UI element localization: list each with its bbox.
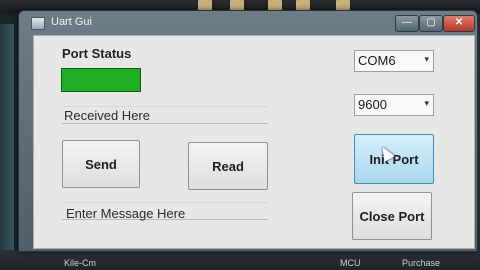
title-bar[interactable]: Uart Gui — ▢ ✕ bbox=[19, 11, 477, 35]
port-select-value: COM6 bbox=[358, 53, 396, 68]
taskbar-label[interactable]: Kile-Cm bbox=[64, 258, 96, 268]
init-port-button[interactable]: Init Port bbox=[354, 134, 434, 184]
received-text: Received Here bbox=[64, 108, 150, 123]
send-button[interactable]: Send bbox=[62, 140, 140, 188]
close-button[interactable]: ✕ bbox=[443, 15, 475, 32]
maximize-button[interactable]: ▢ bbox=[419, 15, 443, 32]
app-icon bbox=[31, 17, 45, 30]
background-window-edge bbox=[0, 24, 14, 250]
form-client-area: Port Status Received Here Send Read Ente… bbox=[33, 35, 475, 249]
uart-gui-window: Uart Gui — ▢ ✕ Port Status Received Here… bbox=[18, 10, 478, 252]
message-placeholder: Enter Message Here bbox=[66, 206, 186, 221]
baud-select-value: 9600 bbox=[358, 97, 387, 112]
port-status-label: Port Status bbox=[62, 46, 132, 61]
port-select[interactable]: COM6 ▾ bbox=[354, 50, 434, 72]
taskbar-item-mcu[interactable]: MCU bbox=[340, 258, 361, 268]
close-port-button[interactable]: Close Port bbox=[352, 192, 432, 240]
chevron-down-icon[interactable]: ▾ bbox=[424, 54, 429, 65]
port-status-indicator bbox=[61, 68, 141, 92]
chevron-down-icon[interactable]: ▾ bbox=[424, 98, 429, 109]
window-title: Uart Gui bbox=[51, 16, 92, 28]
baud-select[interactable]: 9600 ▾ bbox=[354, 94, 434, 116]
read-button[interactable]: Read bbox=[188, 142, 268, 190]
minimize-button[interactable]: — bbox=[395, 15, 419, 32]
taskbar-item-purchase[interactable]: Purchase bbox=[402, 258, 440, 268]
